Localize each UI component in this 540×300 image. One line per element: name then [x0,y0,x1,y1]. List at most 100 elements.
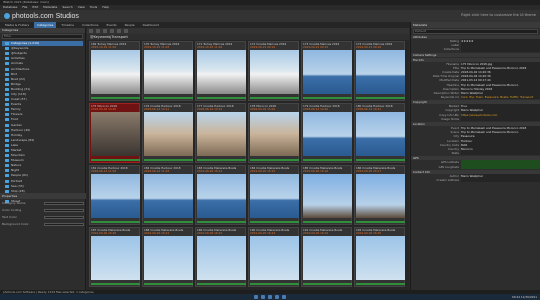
metadata-value[interactable] [461,151,540,156]
property-label: Text Color [2,215,17,219]
properties-title: Properties [0,193,86,199]
thumbnail-image [144,236,193,280]
property-value-field[interactable] [44,223,84,226]
thumbnail[interactable]: 185 Croatia Makarska Boats 2019-09-20 16:… [301,165,352,225]
thumbnail-image [250,236,299,280]
property-value-field[interactable] [44,209,84,212]
thumbnail[interactable]: 175 Morocco 2018 2018-04-02 14:20 [89,103,140,163]
thumbnail-image [250,112,299,156]
thumbnail-status-bar [144,159,193,161]
thumbnail[interactable]: 187 Croatia Makarska Boats 2019-09-20 16:… [89,227,140,287]
metadata-value[interactable] [461,116,540,121]
taskbar: 09:44 11/30/2021 [0,294,540,300]
filter-icon[interactable] [110,29,114,33]
brand-logo-icon [4,12,10,19]
folder-icon [5,108,9,112]
thumbnail[interactable]: 182 Croatia Harbour 2018 2018-06-12 11:03 [142,165,193,225]
thumbnail-status-bar [197,221,246,223]
thumbnail[interactable]: 173 Croatia Marinas 2019 2019-09-21 09:15 [301,41,352,101]
brand-name: photools.com Studios [12,12,79,20]
thumbnail-status-bar [250,283,299,285]
forward-icon[interactable] [96,29,100,33]
folder-icon [5,72,9,76]
property-row: Category Name [2,201,84,206]
metadata-panel: Metadata Default Attributes Rating ★★★★★ La… [410,22,540,290]
folder-icon [5,159,9,163]
thumbnail-image [91,50,140,94]
category-filter-input[interactable]: Filter [2,34,83,39]
thumbnail-date: 2019-09-20 16:25 [356,232,382,235]
start-icon[interactable] [254,295,258,299]
search-icon[interactable] [261,295,265,299]
thumbnail[interactable]: 174 Croatia Marinas 2019 2019-09-21 09:16 [354,41,405,101]
thumbnail-status-bar [144,97,193,99]
thumbnail[interactable]: 176 Croatia Harbour 2018 2018-06-12 10:11 [142,103,193,163]
folder-icon [5,128,9,132]
thumbnail-status-bar [91,97,140,99]
thumbnail[interactable]: 190 Croatia Makarska Boats 2019-09-20 16:… [248,227,299,287]
metadata-key: Creator Address [436,177,459,182]
thumbnail-image [197,112,246,156]
thumbnail-image [197,50,246,94]
folder-icon [5,123,9,127]
folder-icon [5,149,9,153]
thumbnail-date: 2019-09-21 09:15 [303,46,329,49]
thumbnail[interactable]: 181 Croatia Harbour 2018 2018-06-12 11:02 [89,165,140,225]
thumbnail-status-bar [144,221,193,223]
thumbnail-status-bar [356,97,405,99]
thumbnail-date: 2018-06-12 10:41 [356,108,382,111]
thumbnail[interactable]: 177 Croatia Harbour 2018 2018-06-12 10:12 [195,103,246,163]
metadata-value[interactable] [461,177,540,183]
thumbnail[interactable]: 186 Croatia Makarska Boats 2019-09-20 16:… [354,165,405,225]
imatch-icon[interactable] [282,295,286,299]
thumbnail-image [144,112,193,156]
browser-icon[interactable] [275,295,279,299]
thumbnail[interactable]: 189 Croatia Makarska Boats 2019-09-20 16:… [195,227,246,287]
folder-icon [5,118,9,122]
thumbnail[interactable]: 170 Turkey Marinas 2019 2019-10-10 11:03 [142,41,193,101]
folder-icon [5,143,9,147]
sort-icon[interactable] [103,29,107,33]
thumbnail-date: 2019-09-20 16:24 [303,232,329,235]
thumbnail[interactable]: 184 Croatia Makarska Boats 2019-09-20 16:… [248,165,299,225]
thumbnail-date: 2018-06-12 11:02 [91,170,117,173]
thumbnail-status-bar [91,221,140,223]
explorer-icon[interactable] [268,295,272,299]
folder-icon [5,42,9,46]
thumbnail[interactable]: 179 Croatia Harbour 2018 2018-06-12 10:40 [301,103,352,163]
thumbnail-date: 2019-09-21 09:14 [250,46,276,49]
metadata-section-camera-settings[interactable]: Camera Settings [411,52,540,57]
thumbnail[interactable]: 178 Morocco 2018 2018-04-02 15:02 [248,103,299,163]
view-mode-icon[interactable] [117,29,121,33]
thumbnail-date: 2019-09-20 16:15 [250,170,276,173]
thumbnail[interactable]: 180 Croatia Harbour 2018 2018-06-12 10:41 [354,103,405,163]
folder-icon [5,138,9,142]
metadata-key: Keywords (1) [440,95,459,100]
metadata-value[interactable] [461,164,540,169]
thumbnail-image [250,174,299,218]
metadata-value[interactable] [461,47,540,52]
thumbnail[interactable]: 169 Turkey Marinas 2019 2019-10-10 11:02 [89,41,140,101]
property-value-field[interactable] [44,202,84,205]
metadata-value[interactable]: Cars; Trip; Town; Essaouira; Boats; Traf… [461,95,540,100]
thumbnail[interactable]: 188 Croatia Makarska Boats 2019-09-20 16:… [142,227,193,287]
thumbnail-status-bar [356,221,405,223]
thumbnail[interactable]: 172 Croatia Marinas 2019 2019-09-21 09:14 [248,41,299,101]
clock: 09:44 11/30/2021 [511,295,537,299]
zoom-icon[interactable] [124,29,128,33]
thumbnail-grid: 169 Turkey Marinas 2019 2019-10-10 11:02 1… [89,41,407,290]
thumbnail[interactable]: 192 Croatia Makarska Boats 2019-09-20 16:… [354,227,405,287]
back-icon[interactable] [89,29,93,33]
thumbnail-date: 2019-09-21 09:16 [356,46,382,49]
folder-icon [5,169,9,173]
thumbnail[interactable]: 171 Turkey Marinas 2019 2019-10-10 11:04 [195,41,246,101]
property-label: Category Name [2,201,26,205]
metadata-layout-select[interactable]: Default [413,29,538,34]
thumbnail-status-bar [197,159,246,161]
thumbnail[interactable]: 191 Croatia Makarska Boats 2019-09-20 16:… [301,227,352,287]
category-tree: Categories (1,219) @Keywords @Subjects Acti… [0,40,85,205]
metadata-key: GPS Longitude [438,164,459,169]
metadata-key: Collections [443,47,459,52]
thumbnail[interactable]: 183 Croatia Makarska Boats 2019-09-20 16:… [195,165,246,225]
property-value-field[interactable] [44,216,84,219]
